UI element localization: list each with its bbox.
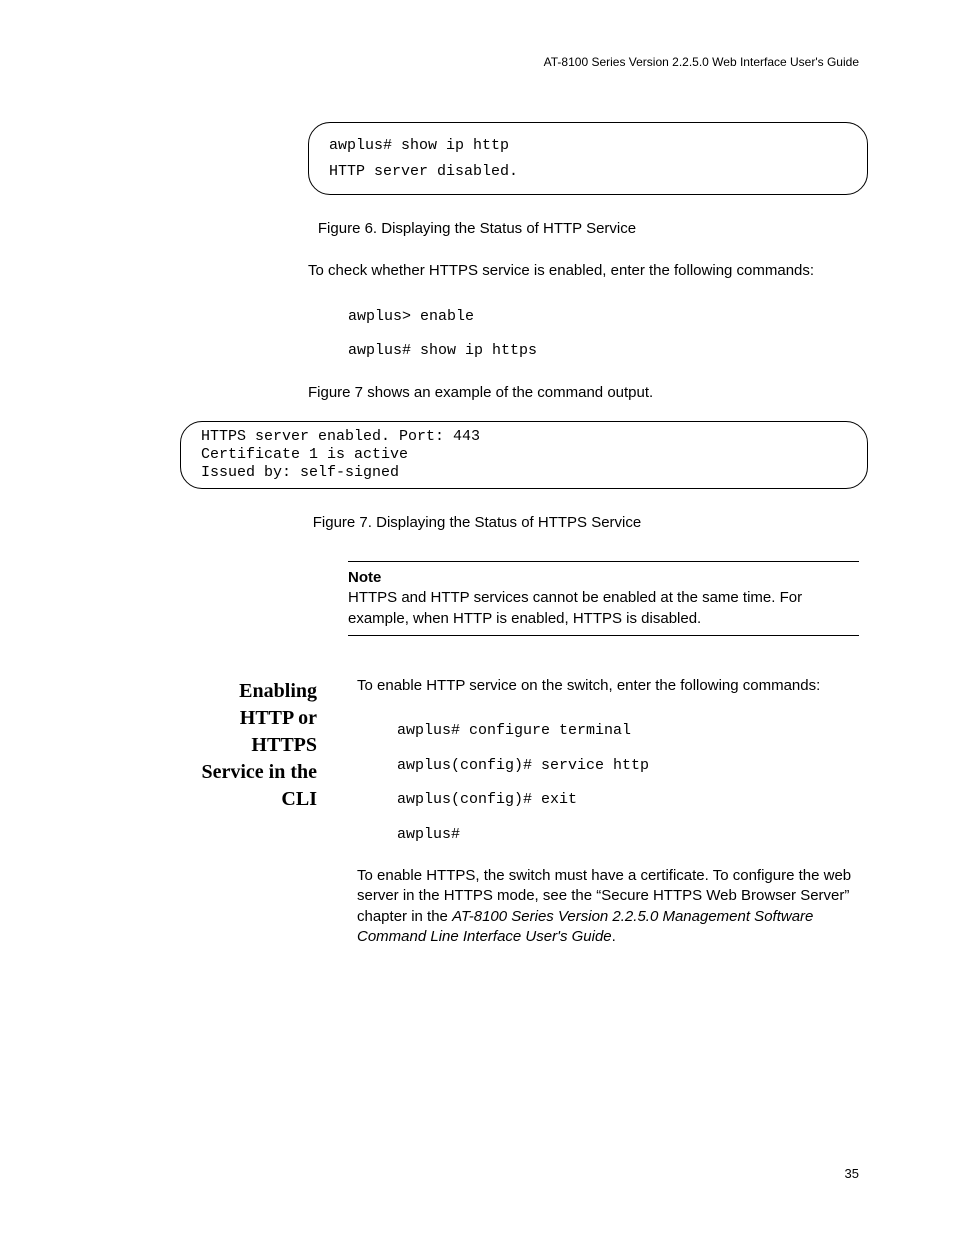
running-header: AT-8100 Series Version 2.2.5.0 Web Inter… xyxy=(95,54,859,70)
page-number: 35 xyxy=(845,1165,859,1183)
cmd-line: awplus(config)# exit xyxy=(397,791,577,808)
command-block-configure: awplus# configure terminal awplus(config… xyxy=(397,714,859,852)
cmd-output: HTTPS server enabled. Port: 443 xyxy=(201,428,480,445)
cmd-output: HTTP server disabled. xyxy=(329,163,518,180)
figure-6-caption: Figure 6. Displaying the Status of HTTP … xyxy=(95,219,859,239)
cmd-line: awplus# configure terminal xyxy=(397,722,631,739)
section-enabling-http-https: Enabling HTTP or HTTPS Service in the CL… xyxy=(185,676,859,965)
text-post: . xyxy=(612,928,616,945)
paragraph-enable-https: To enable HTTPS, the switch must have a … xyxy=(357,866,859,947)
cmd-line: awplus# xyxy=(397,826,460,843)
paragraph-fig7-intro: Figure 7 shows an example of the command… xyxy=(308,383,859,403)
cmd-line: awplus(config)# service http xyxy=(397,757,649,774)
terminal-output-box-fig6: awplus# show ip http HTTP server disable… xyxy=(308,122,868,195)
side-heading: Enabling HTTP or HTTPS Service in the CL… xyxy=(185,676,357,965)
figure-7-caption: Figure 7. Displaying the Status of HTTPS… xyxy=(95,513,859,533)
cmd-output: Certificate 1 is active xyxy=(201,446,408,463)
document-page: AT-8100 Series Version 2.2.5.0 Web Inter… xyxy=(0,0,954,1235)
note-block: Note HTTPS and HTTP services cannot be e… xyxy=(348,561,859,636)
cmd-line: awplus# show ip https xyxy=(348,342,537,359)
paragraph-check-https: To check whether HTTPS service is enable… xyxy=(308,261,859,281)
note-body: HTTPS and HTTP services cannot be enable… xyxy=(348,588,859,629)
note-title: Note xyxy=(348,568,859,588)
paragraph-enable-http: To enable HTTP service on the switch, en… xyxy=(357,676,859,696)
cmd-line: awplus# show ip http xyxy=(329,137,509,154)
cmd-output: Issued by: self-signed xyxy=(201,464,399,481)
cmd-line: awplus> enable xyxy=(348,308,474,325)
command-block-enable-show: awplus> enable awplus# show ip https xyxy=(348,300,859,369)
terminal-output-box-fig7: HTTPS server enabled. Port: 443 Certific… xyxy=(180,421,868,489)
